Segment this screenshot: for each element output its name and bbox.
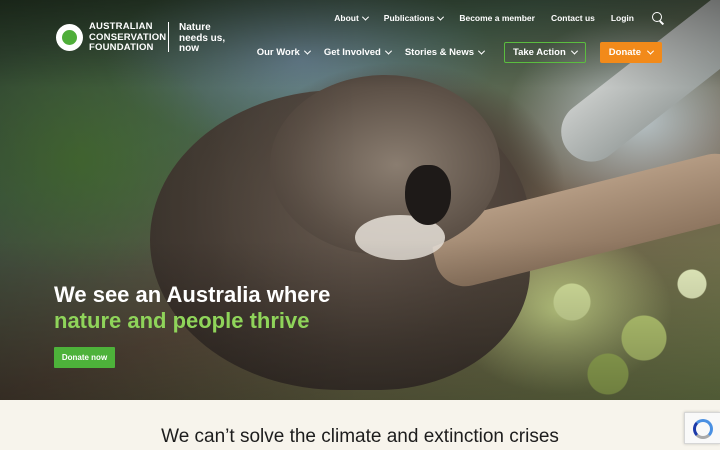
nav-our-work[interactable]: Our Work (257, 47, 311, 58)
logo-tagline: Nature needs us, now (179, 22, 226, 54)
nav-get-involved[interactable]: Get Involved (324, 47, 392, 58)
hero-headline-line2: nature and people thrive (54, 308, 310, 333)
recaptcha-badge[interactable] (684, 412, 720, 444)
nav-login[interactable]: Login (611, 13, 634, 23)
chevron-down-icon (570, 47, 578, 55)
donate-now-button[interactable]: Donate now (54, 347, 115, 368)
nav-stories-news[interactable]: Stories & News (405, 47, 486, 58)
take-action-button[interactable]: Take Action (504, 42, 586, 63)
nav-about[interactable]: About (334, 13, 369, 23)
hero-headline-line1: We see an Australia where (54, 282, 331, 307)
chevron-down-icon (437, 13, 445, 21)
donate-button[interactable]: Donate (599, 42, 662, 63)
nav-become-member[interactable]: Become a member (459, 13, 535, 23)
section-heading: We can’t solve the climate and extinctio… (161, 426, 559, 447)
chevron-down-icon (361, 13, 369, 21)
recaptcha-icon (693, 419, 713, 439)
search-icon[interactable] (652, 12, 664, 24)
hero-section: AUSTRALIAN CONSERVATION FOUNDATION Natur… (0, 0, 720, 400)
hero-headline: We see an Australia where nature and peo… (54, 282, 330, 334)
logo-org-name: AUSTRALIAN CONSERVATION FOUNDATION (89, 21, 167, 53)
chevron-down-icon (646, 47, 655, 55)
chevron-down-icon (384, 47, 392, 55)
nav-contact-us[interactable]: Contact us (551, 13, 595, 23)
chevron-down-icon (477, 47, 486, 55)
utility-nav: About Publications Become a member Conta… (334, 12, 664, 24)
intro-section: We can’t solve the climate and extinctio… (0, 400, 720, 450)
nav-publications[interactable]: Publications (384, 13, 445, 23)
acf-logo-icon (56, 24, 83, 52)
site-logo[interactable]: AUSTRALIAN CONSERVATION FOUNDATION (56, 21, 167, 54)
main-nav: Our Work Get Involved Stories & News Tak… (257, 42, 662, 63)
chevron-down-icon (303, 47, 311, 55)
logo-divider (168, 22, 169, 52)
